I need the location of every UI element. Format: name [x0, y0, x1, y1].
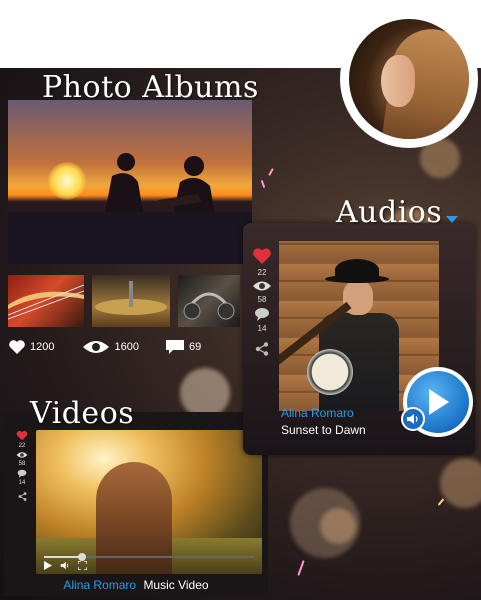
likes-count: 1200	[30, 341, 55, 353]
audio-likes-count: 22	[257, 268, 267, 277]
audio-stats: 22 58 14	[251, 247, 273, 356]
comment-icon	[165, 340, 184, 354]
audios-dropdown-icon[interactable]	[446, 216, 458, 223]
eye-icon[interactable]	[252, 280, 272, 292]
video-caption[interactable]: Alina Romaro Music Video	[4, 574, 268, 596]
bokeh-light	[320, 508, 356, 544]
audio-comments-count: 14	[257, 324, 267, 333]
spark	[297, 560, 305, 576]
views-stat[interactable]: 1600	[82, 339, 139, 355]
comments-count: 69	[188, 341, 202, 353]
spark	[268, 168, 274, 176]
avatar-face	[381, 55, 415, 107]
comment-icon[interactable]	[254, 307, 270, 321]
video-controls	[44, 561, 87, 570]
video-views-count: 58	[18, 461, 26, 467]
photo-albums-title: Photo Albums	[42, 70, 259, 105]
video-player[interactable]	[36, 430, 262, 574]
comment-icon[interactable]	[17, 469, 27, 478]
cymbal-thumbnail-art	[95, 281, 167, 315]
eye-icon	[83, 341, 110, 353]
headphones-thumbnail-art	[183, 292, 235, 320]
audio-song-title[interactable]: Sunset to Dawn	[281, 423, 366, 437]
share-icon[interactable]	[18, 492, 27, 501]
volume-icon	[407, 414, 418, 424]
play-icon	[429, 389, 449, 415]
play-icon[interactable]	[44, 561, 52, 570]
audio-artist-name[interactable]: Alina Romaro	[281, 406, 354, 420]
photo-thumbnail[interactable]	[178, 275, 240, 327]
couple-silhouette	[8, 153, 252, 264]
views-count: 1600	[114, 341, 139, 353]
video-title: Music Video	[143, 578, 209, 592]
video-stats: 22 58 14	[14, 430, 30, 501]
eye-icon[interactable]	[16, 451, 28, 459]
musician-hat	[335, 259, 379, 281]
avatar-photo	[349, 19, 469, 139]
guitar-thumbnail-art	[8, 284, 84, 320]
profile-avatar[interactable]	[340, 10, 478, 148]
video-progress-fill	[44, 556, 82, 558]
audio-card: 22 58 14 Alina Romaro Sunset to Dawn	[243, 223, 475, 455]
fullscreen-icon[interactable]	[78, 561, 87, 570]
photo-albums-stats: 1200 1600 69	[8, 333, 240, 361]
bokeh-light	[180, 368, 230, 418]
videos-title: Videos	[30, 396, 135, 431]
video-artist-name: Alina Romaro	[63, 578, 137, 592]
audios-title: Audios	[336, 195, 443, 230]
audio-volume-button[interactable]	[401, 407, 425, 431]
share-icon[interactable]	[255, 342, 269, 356]
video-progress-bar[interactable]	[44, 553, 254, 561]
banjo	[307, 349, 353, 395]
photo-album-main-image[interactable]	[8, 100, 252, 264]
likes-stat[interactable]: 1200	[8, 339, 54, 355]
bokeh-light	[440, 458, 481, 508]
audio-views-count: 58	[257, 295, 267, 304]
comments-stat[interactable]: 69	[165, 339, 201, 355]
video-likes-count: 22	[18, 443, 26, 449]
photo-thumbnail[interactable]	[8, 275, 84, 327]
heart-icon[interactable]	[252, 247, 272, 265]
video-comments-count: 14	[18, 480, 26, 486]
video-progress-knob[interactable]	[77, 553, 86, 561]
spark	[260, 179, 266, 189]
video-card: 22 58 14 Alina Romaro Music Video	[4, 412, 268, 596]
volume-icon[interactable]	[60, 561, 70, 570]
photo-thumbnail[interactable]	[92, 275, 170, 327]
heart-icon	[9, 340, 25, 354]
spark	[437, 498, 445, 506]
heart-icon[interactable]	[16, 430, 28, 441]
